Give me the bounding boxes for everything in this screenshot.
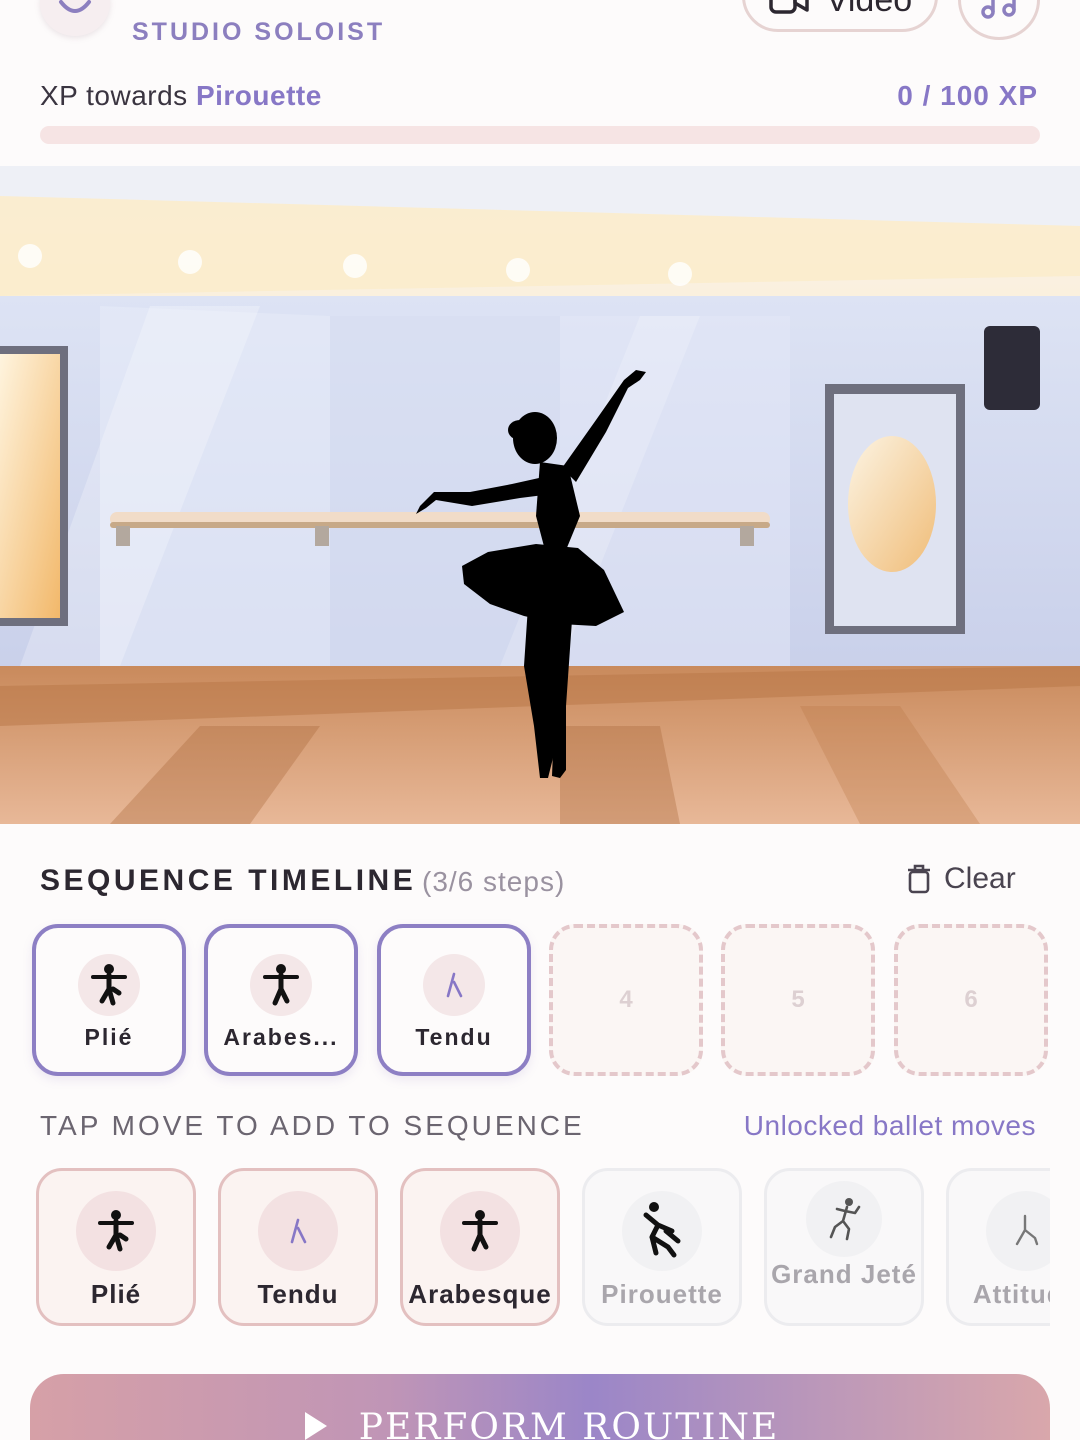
move-card-attitude[interactable]: Attitude — [946, 1168, 1050, 1326]
pirouette-figure-icon — [643, 1202, 681, 1258]
move-card-label: Pirouette — [601, 1279, 723, 1309]
tendu-figure-icon — [290, 1218, 307, 1244]
music-button[interactable] — [958, 0, 1040, 40]
timeline-slot-number: 4 — [619, 986, 633, 1013]
clear-button-label: Clear — [944, 862, 1016, 895]
move-card-label: Arabesque — [408, 1279, 552, 1309]
video-button-label: Video — [825, 0, 913, 19]
video-camera-icon — [769, 0, 809, 14]
timeline-slot-label: Tendu — [415, 1024, 493, 1050]
timeline-title: SEQUENCE TIMELINE — [40, 864, 417, 897]
move-card-label: Grand Jeté — [771, 1259, 917, 1289]
video-button[interactable]: Video — [742, 0, 938, 32]
smiley-face-icon — [59, 0, 91, 13]
move-card-tendu[interactable]: Tendu — [218, 1168, 378, 1326]
arabesque-figure-icon — [462, 1210, 498, 1252]
play-icon — [304, 1412, 327, 1440]
timeline-slot-number: 6 — [964, 986, 978, 1013]
timeline-slot-5[interactable]: 5 — [721, 924, 875, 1076]
xp-target-move: Pirouette — [195, 80, 322, 111]
perform-routine-button[interactable]: PERFORM ROUTINE — [30, 1374, 1050, 1440]
timeline-slot-3[interactable]: Tendu — [377, 924, 531, 1076]
xp-label: XP towards Pirouette — [40, 80, 322, 112]
move-card-pirouette[interactable]: Pirouette — [582, 1168, 742, 1326]
xp-progress-bar — [40, 126, 1040, 144]
grand-jete-figure-icon — [829, 1198, 861, 1241]
plie-figure-icon — [98, 1210, 134, 1252]
trash-icon — [908, 864, 930, 894]
timeline-slot-label: Plié — [84, 1024, 134, 1050]
avatar[interactable] — [40, 0, 110, 36]
timeline-slot-label: Arabes... — [223, 1024, 339, 1050]
music-note-icon — [981, 0, 1016, 19]
move-palette[interactable]: Plié Tendu Arabesque Pirouette Grand Jet… — [0, 1166, 1050, 1330]
arabesque-figure-icon — [263, 964, 299, 1006]
move-card-plie[interactable]: Plié — [36, 1168, 196, 1326]
palette-subtitle: Unlocked ballet moves — [743, 1110, 1036, 1141]
palette-title: TAP MOVE TO ADD TO SEQUENCE — [40, 1110, 585, 1141]
timeline-slot-2[interactable]: Arabes... — [204, 924, 358, 1076]
tendu-figure-icon — [446, 972, 463, 998]
perform-button-label: PERFORM ROUTINE — [358, 1407, 780, 1440]
dance-stage — [0, 166, 1080, 824]
move-card-arabesque[interactable]: Arabesque — [400, 1168, 560, 1326]
timeline-step-count: (3/6 steps) — [422, 866, 566, 897]
timeline-slot-1[interactable]: Plié — [32, 924, 186, 1076]
plie-figure-icon — [91, 964, 127, 1006]
timeline-slot-4[interactable]: 4 — [549, 924, 703, 1076]
rank-title: STUDIO SOLOIST — [132, 18, 386, 46]
attitude-figure-icon — [1015, 1214, 1039, 1246]
xp-count: 0 / 100 XP — [897, 80, 1038, 111]
xp-prefix: XP towards — [40, 80, 188, 111]
move-card-grand-jete[interactable]: Grand Jeté — [764, 1168, 924, 1326]
move-card-label: Attitude — [972, 1279, 1050, 1309]
clear-button[interactable]: Clear — [906, 862, 1016, 896]
move-card-label: Plié — [90, 1279, 142, 1309]
timeline-slot-6[interactable]: 6 — [894, 924, 1048, 1076]
timeline-slot-number: 5 — [791, 986, 805, 1013]
move-card-label: Tendu — [257, 1279, 339, 1309]
